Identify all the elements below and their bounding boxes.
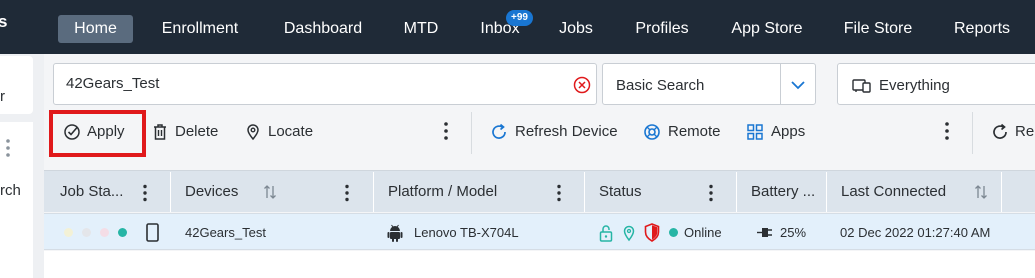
online-status-dot (669, 228, 678, 237)
dropdown-divider (780, 64, 781, 104)
device-status: Online (684, 225, 722, 240)
refresh-device-button[interactable]: Refresh Device (515, 122, 618, 142)
column-header-status[interactable]: Status (599, 183, 642, 200)
nav-jobs[interactable]: Jobs (551, 15, 601, 43)
search-type-value: Basic Search (616, 77, 705, 94)
sidebar-text-fragment: r (0, 88, 5, 105)
sort-icon[interactable] (974, 184, 988, 200)
trash-icon (154, 124, 166, 140)
apps-button[interactable]: Apps (771, 122, 805, 142)
column-menu-icon[interactable] (345, 184, 349, 202)
charging-plug-icon (757, 228, 772, 237)
delete-button[interactable]: Delete (175, 122, 218, 142)
nav-enrollment[interactable]: Enrollment (150, 15, 250, 43)
apply-highlight-box (49, 110, 146, 157)
toolbar-divider (471, 112, 472, 154)
nav-dashboard[interactable]: Dashboard (273, 15, 373, 43)
sidebar-panel-top[interactable] (0, 56, 33, 114)
nav-file-store[interactable]: File Store (836, 15, 920, 43)
nav-app-store[interactable]: App Store (722, 15, 812, 43)
job-status-dot (118, 228, 127, 237)
shield-icon (644, 223, 660, 242)
device-name[interactable]: 42Gears_Test (185, 225, 266, 240)
column-header-devices[interactable]: Devices (185, 183, 238, 200)
platform-model: Lenovo TB-X704L (414, 225, 519, 240)
refresh-button-fragment[interactable]: Re (1015, 122, 1034, 142)
android-icon (387, 224, 403, 242)
battery-level: 25% (780, 225, 807, 240)
refresh-icon-2 (993, 123, 1007, 139)
job-status-dot (82, 228, 91, 237)
column-divider (826, 172, 827, 212)
more-actions-icon[interactable] (444, 121, 448, 141)
column-menu-icon[interactable] (143, 184, 147, 202)
search-scope-value: Everything (879, 77, 950, 94)
brand-name-fragment: s (0, 12, 8, 31)
column-header-job-status[interactable]: Job Sta... (60, 183, 123, 200)
clear-search-icon[interactable] (573, 76, 591, 94)
nav-home[interactable]: Home (58, 15, 133, 43)
column-header-platform-model[interactable]: Platform / Model (388, 183, 497, 200)
nav-reports[interactable]: Reports (944, 15, 1020, 43)
column-menu-icon[interactable] (709, 184, 713, 202)
job-status-dot (100, 228, 109, 237)
remote-button[interactable]: Remote (668, 122, 721, 142)
nav-profiles[interactable]: Profiles (624, 15, 700, 43)
lock-icon (599, 225, 613, 242)
location-pin-icon (247, 124, 259, 141)
sort-icon[interactable] (263, 184, 277, 200)
table-body-empty-area (44, 251, 1035, 278)
top-navigation-bar: s Home Enrollment Dashboard MTD Inbox +9… (0, 0, 1035, 54)
locate-button[interactable]: Locate (268, 122, 313, 142)
inbox-count-badge: +99 (506, 10, 533, 26)
more-actions-icon-2[interactable] (945, 121, 949, 141)
column-header-last-connected[interactable]: Last Connected (841, 183, 946, 200)
column-divider (170, 172, 171, 212)
location-pin-icon (623, 225, 635, 242)
job-status-dot (64, 228, 73, 237)
column-menu-icon[interactable] (557, 184, 561, 202)
column-divider (1001, 172, 1002, 212)
sidebar-more-icon[interactable] (5, 138, 11, 158)
column-divider (373, 172, 374, 212)
toolbar-divider-2 (972, 112, 973, 154)
chevron-down-icon[interactable] (790, 77, 806, 93)
phone-device-icon (146, 223, 159, 242)
sidebar-search-fragment: rch (0, 182, 21, 199)
nav-mtd[interactable]: MTD (396, 15, 446, 43)
device-scope-icon (852, 79, 871, 93)
last-connected-time: 02 Dec 2022 01:27:40 AM (840, 225, 991, 240)
column-divider (736, 172, 737, 212)
column-header-battery[interactable]: Battery ... (751, 183, 815, 200)
apps-grid-icon (747, 124, 763, 140)
column-divider (584, 172, 585, 212)
refresh-icon (492, 123, 506, 139)
search-input[interactable]: 42Gears_Test (53, 63, 597, 105)
remote-icon (644, 124, 660, 140)
